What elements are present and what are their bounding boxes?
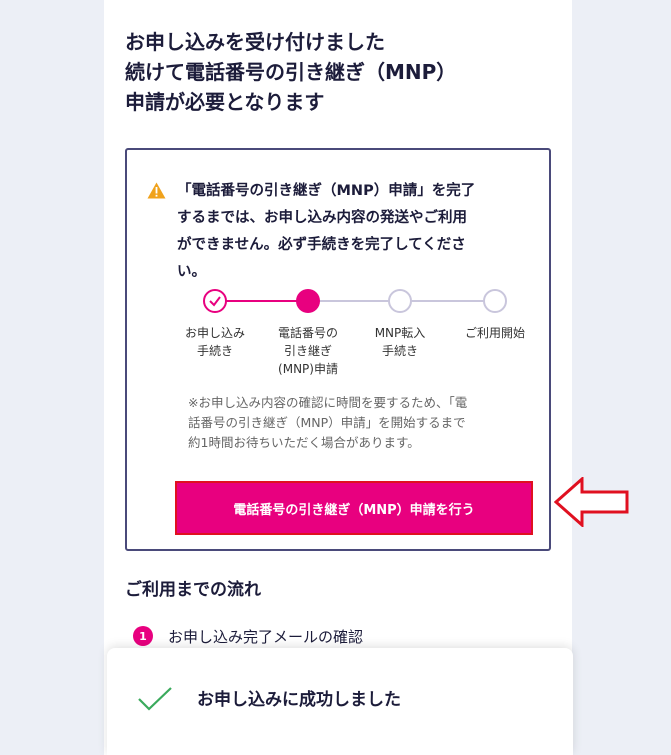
mnp-request-button[interactable]: 電話番号の引き継ぎ（MNP）申請を行う — [175, 481, 533, 535]
title-line-1: お申し込みを受け付けました — [125, 30, 385, 54]
step-number-badge: 1 — [133, 626, 153, 646]
checkmark-icon — [138, 687, 172, 711]
notice-text: 「電話番号の引き継ぎ（MNP）申請」を完了 するまでは、お申し込み内容の発送やご… — [177, 178, 539, 286]
step-current-icon — [296, 289, 320, 313]
flow-heading: ご利用までの流れ — [125, 580, 261, 600]
toast-message: お申し込みに成功しました — [197, 690, 401, 710]
checkmark-icon — [209, 296, 221, 307]
title-line-2: 続けて電話番号の引き継ぎ（MNP） — [125, 60, 457, 84]
title-line-3: 申請が必要となります — [125, 90, 325, 114]
notice-line: 「電話番号の引き継ぎ（MNP）申請」を完了 — [177, 183, 476, 199]
step-label-line: お申し込み — [184, 326, 245, 340]
note-line: 約1時間お待ちいただく場合があります。 — [188, 435, 420, 450]
step-label-line: 手続き — [196, 344, 233, 358]
note-line: ※お申し込み内容の確認に時間を要するため、「電 — [188, 395, 468, 410]
success-toast: お申し込みに成功しました — [107, 648, 573, 755]
progress-stepper: お申し込み 手続き 電話番号の 引き継ぎ (MNP)申請 MNP転入 手続き ご… — [170, 288, 540, 378]
step-label-line: 手続き — [381, 344, 418, 358]
step-label-line: (MNP)申請 — [278, 362, 338, 376]
wait-note: ※お申し込み内容の確認に時間を要するため、「電 話番号の引き継ぎ（MNP）申請」… — [188, 393, 538, 453]
step-connector-done — [215, 300, 307, 302]
step-done-icon — [203, 289, 227, 313]
step-label-application: お申し込み 手続き — [170, 324, 260, 360]
step-label-line: 電話番号の — [277, 326, 338, 340]
step-label-mnp-request: 電話番号の 引き継ぎ (MNP)申請 — [263, 324, 353, 378]
flow-item-text: お申し込み完了メールの確認 — [168, 628, 364, 646]
step-connector — [399, 300, 495, 302]
step-label-line: MNP転入 — [374, 326, 426, 340]
step-label-mnp-transfer: MNP転入 手続き — [355, 324, 445, 360]
notice-line: するまでは、お申し込み内容の発送やご利用 — [177, 210, 467, 226]
page-title: お申し込みを受け付けました 続けて電話番号の引き継ぎ（MNP） 申請が必要となり… — [125, 27, 555, 117]
note-line: 話番号の引き継ぎ（MNP）申請」を開始するまで — [188, 415, 466, 430]
step-pending-icon — [388, 289, 412, 313]
step-label-start-use: ご利用開始 — [450, 324, 540, 342]
step-label-line: ご利用開始 — [464, 326, 525, 340]
arrow-left-icon — [554, 477, 629, 527]
notice-line: い。 — [177, 264, 206, 280]
step-connector — [307, 300, 399, 302]
warning-icon — [147, 182, 166, 199]
step-label-line: 引き継ぎ — [283, 344, 332, 358]
notice-line: ができません。必ず手続きを完了してくださ — [177, 237, 466, 253]
step-pending-icon — [483, 289, 507, 313]
